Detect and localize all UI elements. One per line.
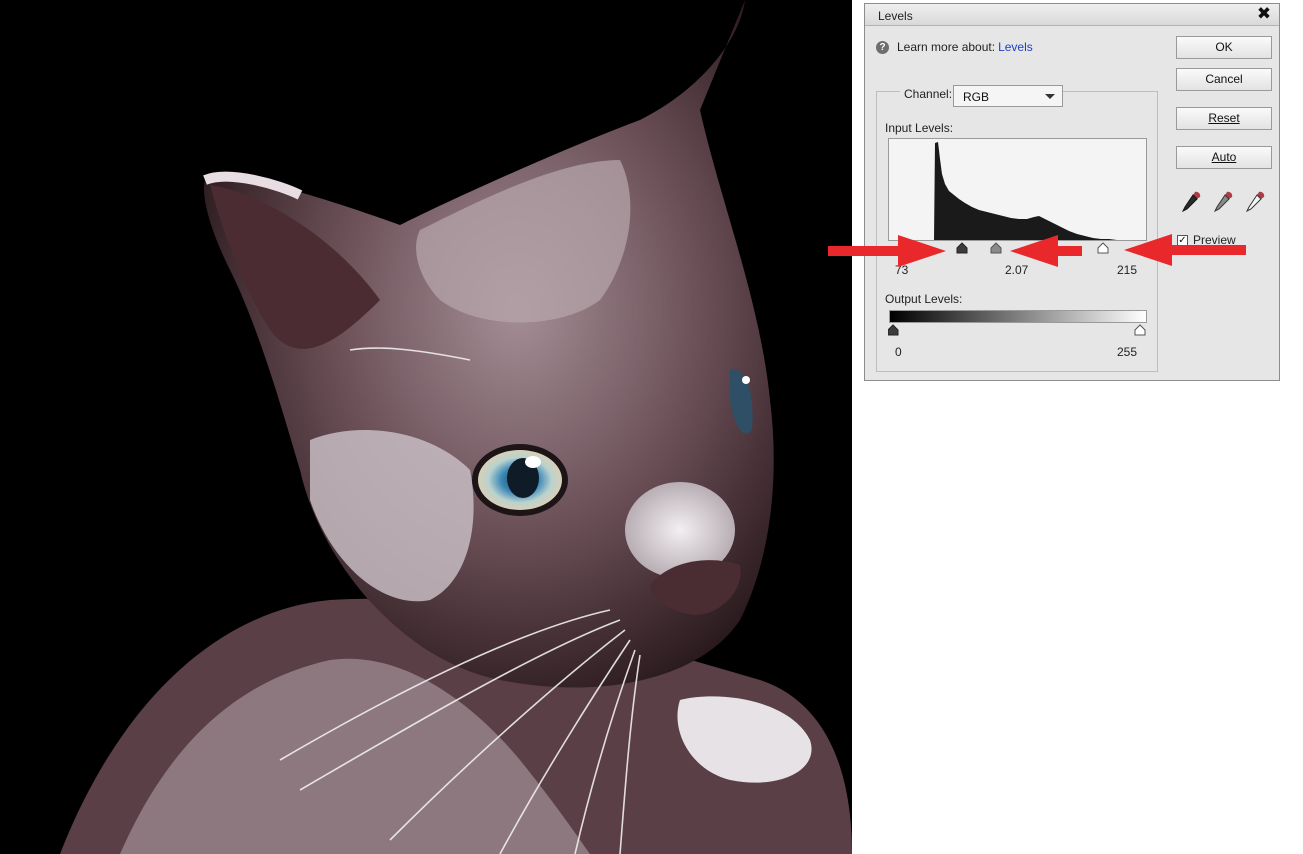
ok-button[interactable]: OK (1176, 36, 1272, 59)
help-row: ? Learn more about: Levels (876, 38, 1033, 56)
output-levels-slider[interactable] (887, 323, 1147, 337)
white-eyedropper-icon[interactable] (1244, 190, 1266, 214)
output-levels-label: Output Levels: (885, 292, 963, 306)
cancel-button[interactable]: Cancel (1176, 68, 1272, 91)
input-levels-slider[interactable] (888, 240, 1147, 254)
midtone-handle[interactable] (990, 242, 1002, 254)
input-levels-label: Input Levels: (885, 121, 954, 135)
chevron-down-icon (1045, 94, 1055, 99)
output-gradient-bar (889, 310, 1147, 323)
preview-label: Preview (1193, 233, 1236, 247)
help-text: Learn more about: (897, 40, 996, 54)
histogram-graph (934, 142, 1117, 240)
channel-select[interactable]: RGB (953, 85, 1063, 107)
histogram (888, 138, 1147, 241)
kitten-photo (60, 0, 852, 854)
black-eyedropper-icon[interactable] (1180, 190, 1202, 214)
auto-button[interactable]: Auto (1176, 146, 1272, 169)
output-black-value[interactable]: 0 (895, 345, 902, 359)
dialog-titlebar[interactable]: Levels ✖ (865, 4, 1279, 26)
reset-button[interactable]: Reset (1176, 107, 1272, 130)
channel-label: Channel: (900, 87, 957, 101)
preview-checkbox[interactable]: ✓ (1177, 234, 1188, 246)
preview-row[interactable]: ✓ Preview (1177, 233, 1236, 247)
close-icon: ✖ (1256, 4, 1272, 23)
output-white-handle[interactable] (1134, 324, 1146, 336)
levels-dialog: Levels ✖ ? Learn more about: Levels Chan… (864, 3, 1280, 381)
photo-canvas (0, 0, 852, 854)
help-icon: ? (876, 40, 889, 54)
output-white-value[interactable]: 255 (1117, 345, 1137, 359)
white-point-handle[interactable] (1097, 242, 1109, 254)
gray-eyedropper-icon[interactable] (1212, 190, 1234, 214)
output-black-handle[interactable] (887, 324, 899, 336)
dialog-title: Levels (878, 9, 913, 23)
histogram-shape (934, 142, 1117, 240)
input-black-value[interactable]: 73 (895, 263, 908, 277)
close-button[interactable]: ✖ (1255, 5, 1273, 23)
channel-value: RGB (963, 90, 990, 104)
input-gamma-value[interactable]: 2.07 (1005, 263, 1028, 277)
help-link-levels[interactable]: Levels (998, 40, 1033, 54)
input-white-value[interactable]: 215 (1117, 263, 1137, 277)
black-point-handle[interactable] (956, 242, 968, 254)
